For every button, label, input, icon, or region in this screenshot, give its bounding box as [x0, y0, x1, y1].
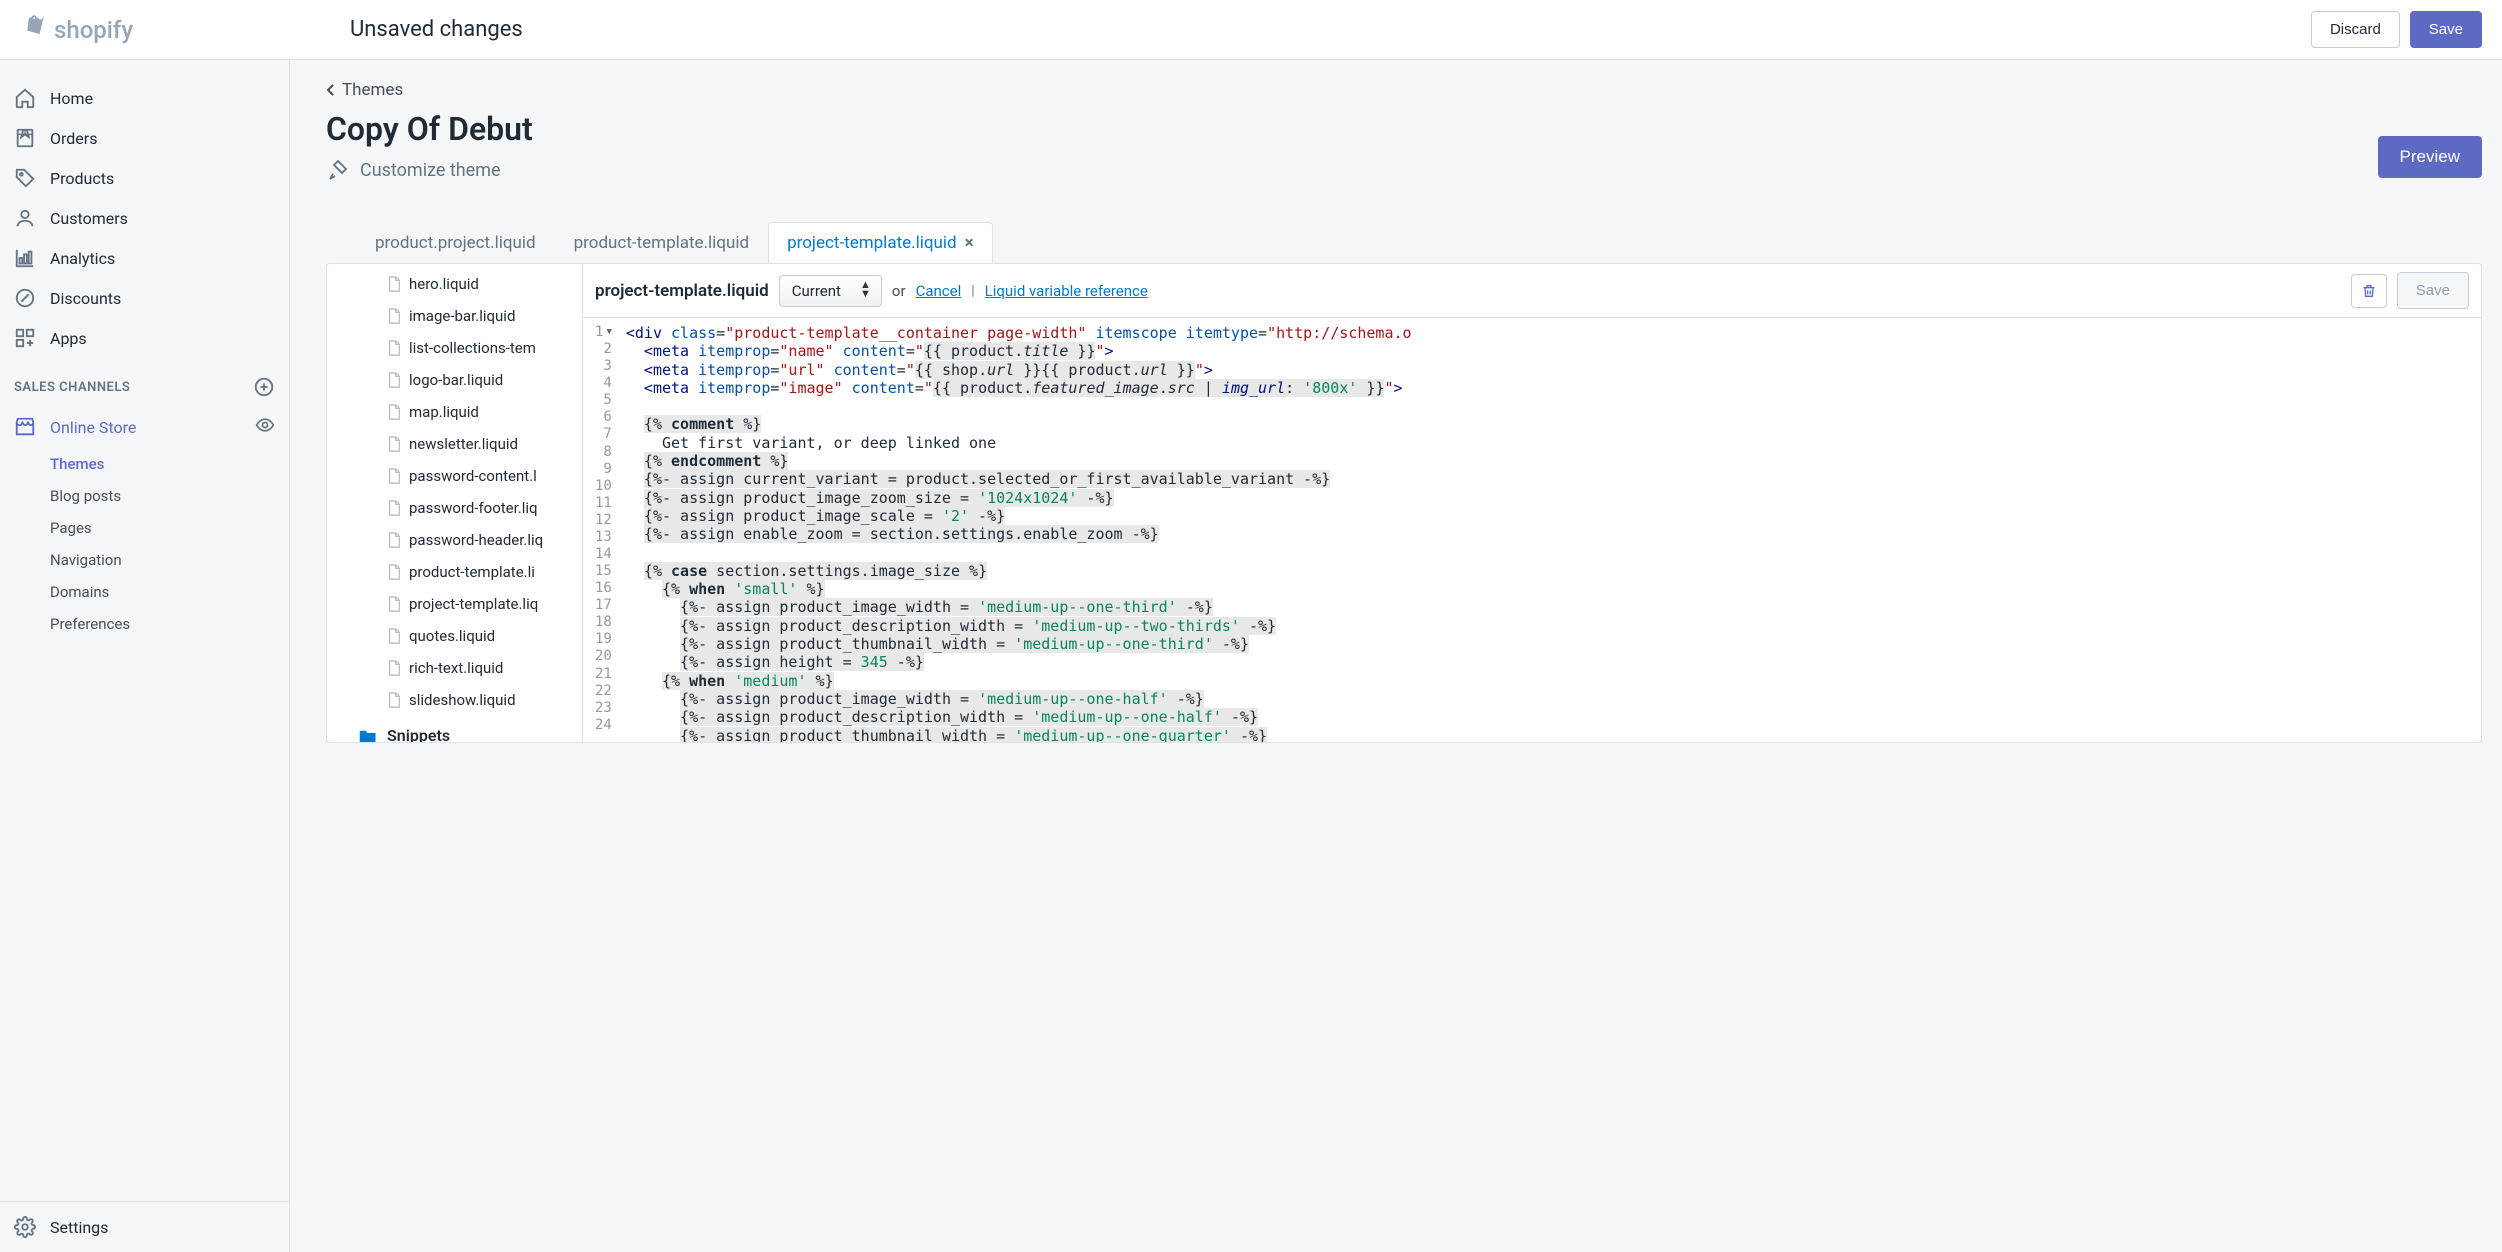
- delete-button[interactable]: [2351, 274, 2387, 308]
- file-item[interactable]: product-template.li: [327, 556, 582, 588]
- nav-pages[interactable]: Pages: [0, 512, 289, 544]
- select-arrows-icon: ▲▼: [860, 280, 871, 298]
- file-item[interactable]: slideshow.liquid: [327, 684, 582, 716]
- tab-project-template[interactable]: project-template.liquid×: [768, 222, 993, 263]
- or-label: or: [892, 282, 906, 300]
- file-icon: [387, 436, 401, 452]
- editor-filename: project-template.liquid: [595, 281, 769, 301]
- file-item[interactable]: password-header.liq: [327, 524, 582, 556]
- apps-icon: [14, 327, 36, 349]
- unsaved-changes-label: Unsaved changes: [280, 17, 2311, 42]
- trash-icon: [2361, 282, 2377, 300]
- customize-theme-link[interactable]: Customize theme: [326, 158, 533, 182]
- file-icon: [387, 308, 401, 324]
- gear-icon: [14, 1216, 36, 1238]
- person-icon: [14, 207, 36, 229]
- file-item[interactable]: map.liquid: [327, 396, 582, 428]
- file-item[interactable]: password-content.l: [327, 460, 582, 492]
- nav-domains[interactable]: Domains: [0, 576, 289, 608]
- discard-button[interactable]: Discard: [2311, 11, 2400, 48]
- tab-product-project[interactable]: product.project.liquid: [356, 222, 555, 263]
- store-icon: [14, 416, 36, 438]
- file-item[interactable]: project-template.liq: [327, 588, 582, 620]
- file-icon: [387, 372, 401, 388]
- nav-home[interactable]: Home: [0, 78, 289, 118]
- file-icon: [387, 340, 401, 356]
- file-icon: [387, 628, 401, 644]
- file-icon: [387, 692, 401, 708]
- nav-online-store[interactable]: Online Store: [0, 406, 289, 448]
- nav-discounts[interactable]: Discounts: [0, 278, 289, 318]
- nav-apps[interactable]: Apps: [0, 318, 289, 358]
- nav-themes[interactable]: Themes: [0, 448, 289, 480]
- file-item[interactable]: logo-bar.liquid: [327, 364, 582, 396]
- file-icon: [387, 468, 401, 484]
- shopify-logo: shopify: [20, 14, 280, 46]
- code-editor[interactable]: 1▼ 2 3 4 5 6 7 8 91011121314151617181920…: [583, 318, 2481, 742]
- editor-save-button[interactable]: Save: [2397, 272, 2469, 309]
- file-icon: [387, 532, 401, 548]
- breadcrumb[interactable]: Themes: [326, 80, 2482, 100]
- file-item[interactable]: hero.liquid: [327, 268, 582, 300]
- close-icon[interactable]: ×: [965, 233, 974, 253]
- editor-tabs: product.project.liquid product-template.…: [356, 222, 2482, 263]
- orders-icon: [14, 127, 36, 149]
- nav-preferences[interactable]: Preferences: [0, 608, 289, 640]
- eye-icon[interactable]: [255, 415, 275, 439]
- nav-products[interactable]: Products: [0, 158, 289, 198]
- file-icon: [387, 660, 401, 676]
- file-item[interactable]: password-footer.liq: [327, 492, 582, 524]
- tab-product-template[interactable]: product-template.liquid: [555, 222, 768, 263]
- file-item[interactable]: newsletter.liquid: [327, 428, 582, 460]
- chevron-left-icon: [326, 83, 336, 97]
- file-item[interactable]: image-bar.liquid: [327, 300, 582, 332]
- file-item[interactable]: rich-text.liquid: [327, 652, 582, 684]
- file-icon: [387, 596, 401, 612]
- nav-blog[interactable]: Blog posts: [0, 480, 289, 512]
- save-button[interactable]: Save: [2410, 11, 2482, 48]
- nav-navigation[interactable]: Navigation: [0, 544, 289, 576]
- nav-settings[interactable]: Settings: [0, 1201, 289, 1252]
- discount-icon: [14, 287, 36, 309]
- folder-icon: [359, 728, 377, 743]
- tag-icon: [14, 167, 36, 189]
- file-icon: [387, 500, 401, 516]
- liquid-reference-link[interactable]: Liquid variable reference: [985, 282, 1148, 300]
- preview-button[interactable]: Preview: [2378, 136, 2482, 178]
- file-icon: [387, 404, 401, 420]
- add-channel-icon[interactable]: [253, 376, 275, 398]
- home-icon: [14, 87, 36, 109]
- page-title: Copy Of Debut: [326, 110, 533, 148]
- file-list[interactable]: hero.liquidimage-bar.liquidlist-collecti…: [327, 264, 583, 742]
- file-item[interactable]: quotes.liquid: [327, 620, 582, 652]
- nav-section-sales-channels: SALES CHANNELS: [0, 358, 289, 406]
- file-icon: [387, 564, 401, 580]
- nav-analytics[interactable]: Analytics: [0, 238, 289, 278]
- folder-snippets[interactable]: Snippets: [327, 716, 582, 742]
- version-select[interactable]: Current ▲▼: [779, 275, 882, 307]
- cancel-link[interactable]: Cancel: [916, 282, 962, 300]
- sidebar: Home Orders Products Customers Analytics…: [0, 60, 290, 1252]
- nav-customers[interactable]: Customers: [0, 198, 289, 238]
- nav-orders[interactable]: Orders: [0, 118, 289, 158]
- file-icon: [387, 276, 401, 292]
- analytics-icon: [14, 247, 36, 269]
- paint-icon: [326, 158, 350, 182]
- file-item[interactable]: list-collections-tem: [327, 332, 582, 364]
